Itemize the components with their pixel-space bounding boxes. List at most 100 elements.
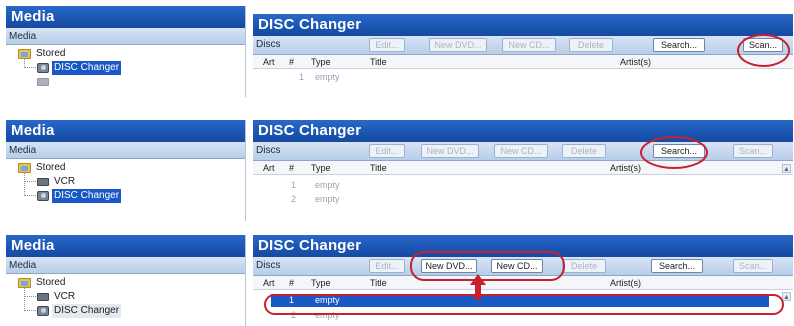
tree-item-label: DISC Changer [52, 61, 122, 75]
tree-item-disc-changer[interactable]: DISC Changer [37, 304, 122, 318]
media-title: Media [6, 120, 245, 142]
col-num[interactable]: # [289, 161, 294, 175]
col-title[interactable]: Title [370, 161, 387, 175]
col-artists[interactable]: Artist(s) [620, 55, 651, 69]
scroll-up-arrow[interactable]: ▲ [782, 164, 791, 173]
folder-icon [18, 49, 31, 59]
cell-num: 2 [291, 194, 297, 204]
disc-changer-title: DISC Changer [253, 235, 793, 257]
new-cd-button[interactable]: New CD... [502, 38, 556, 52]
new-dvd-button[interactable]: New DVD... [421, 144, 479, 158]
col-artists[interactable]: Artist(s) [610, 276, 641, 290]
table-row[interactable]: 2 empty [253, 194, 793, 205]
col-num[interactable]: # [289, 276, 294, 290]
tree-item-vcr[interactable]: VCR [37, 290, 77, 304]
search-button[interactable]: Search... [653, 144, 705, 158]
delete-button[interactable]: Delete [562, 259, 606, 273]
disc-list-header: Art # Type Title Artist(s) [253, 161, 793, 175]
disc-list: 1 empty [253, 69, 793, 97]
media-panel-2: Media Media Stored VCR DISC Changer [6, 120, 246, 221]
col-art[interactable]: Art [263, 276, 275, 290]
media-subtitle: Media [6, 142, 245, 159]
tree-item-label: Stored [36, 277, 66, 288]
new-cd-button[interactable]: New CD... [491, 259, 543, 273]
disc-list: 1 empty 2 empty [253, 175, 793, 219]
cell-num: 2 [291, 310, 297, 320]
cell-type: empty [315, 72, 340, 82]
col-type[interactable]: Type [311, 161, 331, 175]
tree-item-vcr[interactable]: VCR [37, 175, 77, 189]
new-dvd-button[interactable]: New DVD... [429, 38, 487, 52]
edit-button[interactable]: Edit... [369, 144, 405, 158]
discs-toolbar: Discs Edit... New DVD... New CD... Delet… [253, 142, 793, 161]
disc-changer-panel-1: DISC Changer Discs Edit... New DVD... Ne… [253, 14, 793, 98]
scan-button[interactable]: Scan... [733, 259, 773, 273]
tree-item-label: Stored [36, 48, 66, 59]
disc-changer-panel-2: DISC Changer Discs Edit... New DVD... Ne… [253, 120, 793, 220]
edit-button[interactable]: Edit... [369, 38, 405, 52]
discs-toolbar: Discs Edit... New DVD... New CD... Delet… [253, 36, 793, 55]
cell-num: 1 [299, 72, 305, 82]
search-button[interactable]: Search... [653, 38, 705, 52]
delete-button[interactable]: Delete [569, 38, 613, 52]
col-type[interactable]: Type [311, 55, 331, 69]
table-row[interactable]: 1 empty [253, 180, 793, 191]
media-panel-3: Media Media Stored VCR DISC Changer [6, 235, 246, 326]
vcr-icon [37, 293, 49, 301]
new-dvd-button[interactable]: New DVD... [421, 259, 477, 273]
col-art[interactable]: Art [263, 161, 275, 175]
cell-type: empty [315, 194, 340, 204]
folder-icon [18, 163, 31, 173]
media-tree: Stored DISC Changer [6, 45, 245, 95]
disc-changer-icon [37, 63, 49, 73]
vcr-icon [37, 78, 49, 86]
table-row[interactable]: 1 empty [253, 72, 793, 83]
col-art[interactable]: Art [263, 55, 275, 69]
disc-changer-title: DISC Changer [253, 120, 793, 142]
cell-type: empty [315, 295, 340, 305]
discs-label: Discs [256, 39, 281, 50]
tree-item-label: Stored [36, 162, 66, 173]
tree-item-disc-changer[interactable]: DISC Changer [37, 61, 122, 75]
tree-item-label: DISC Changer [52, 304, 122, 318]
vcr-icon [37, 178, 49, 186]
cell-type: empty [315, 180, 340, 190]
disc-changer-title: DISC Changer [253, 14, 793, 36]
media-subtitle: Media [6, 257, 245, 274]
tree-item-label: VCR [54, 291, 76, 302]
discs-label: Discs [256, 260, 281, 271]
edit-button[interactable]: Edit... [369, 259, 405, 273]
cell-num: 1 [291, 180, 297, 190]
delete-button[interactable]: Delete [562, 144, 606, 158]
scroll-up-arrow[interactable]: ▲ [782, 292, 791, 301]
tree-item-label: DISC Changer [52, 189, 122, 203]
disc-list: 1 empty 2 empty [253, 290, 793, 324]
col-type[interactable]: Type [311, 276, 331, 290]
disc-changer-icon [37, 306, 49, 316]
folder-icon [18, 278, 31, 288]
discs-label: Discs [256, 145, 281, 156]
new-cd-button[interactable]: New CD... [494, 144, 548, 158]
cell-type: empty [315, 310, 340, 320]
media-tree: Stored VCR DISC Changer [6, 274, 245, 326]
tree-item-label: VCR [54, 176, 76, 187]
tree-item-partial[interactable] [37, 75, 52, 89]
disc-list-header: Art # Type Title Artist(s) [253, 276, 793, 290]
media-title: Media [6, 6, 245, 28]
table-row[interactable]: 1 empty [271, 294, 769, 307]
col-title[interactable]: Title [370, 55, 387, 69]
table-row[interactable]: 2 empty [253, 310, 793, 321]
scan-button[interactable]: Scan... [743, 38, 783, 52]
tree-item-disc-changer[interactable]: DISC Changer [37, 189, 122, 203]
discs-toolbar: Discs Edit... New DVD... New CD... Delet… [253, 257, 793, 276]
media-subtitle: Media [6, 28, 245, 45]
scan-button[interactable]: Scan... [733, 144, 773, 158]
col-num[interactable]: # [289, 55, 294, 69]
search-button[interactable]: Search... [651, 259, 703, 273]
col-title[interactable]: Title [370, 276, 387, 290]
col-artists[interactable]: Artist(s) [610, 161, 641, 175]
cell-num: 1 [289, 295, 295, 305]
media-title: Media [6, 235, 245, 257]
disc-changer-panel-3: DISC Changer Discs Edit... New DVD... Ne… [253, 235, 793, 326]
disc-list-header: Art # Type Title Artist(s) [253, 55, 793, 69]
